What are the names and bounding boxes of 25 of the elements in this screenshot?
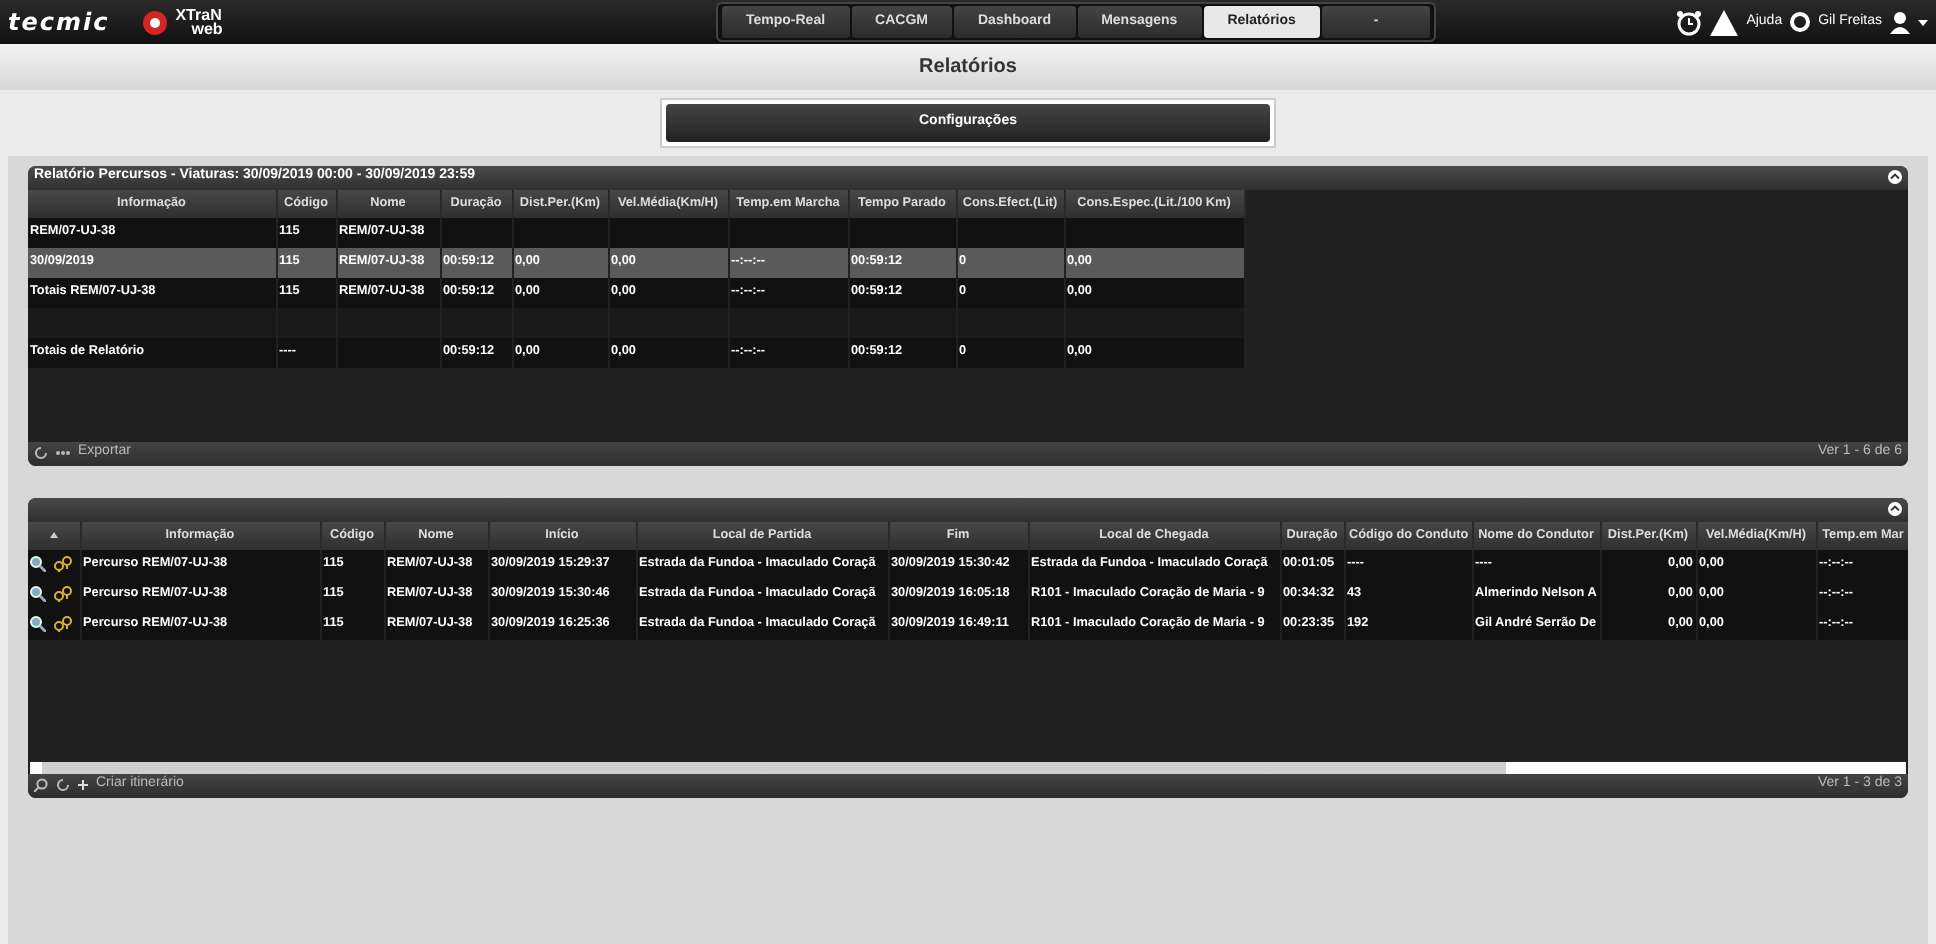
sort-icon[interactable] bbox=[49, 531, 58, 537]
product-suffix: web bbox=[191, 22, 223, 36]
location-pins-icon[interactable] bbox=[54, 586, 72, 602]
dots-icon bbox=[56, 450, 70, 456]
company-logo: tecmic bbox=[8, 6, 110, 40]
search-icon[interactable] bbox=[34, 778, 48, 792]
horizontal-scrollbar[interactable] bbox=[30, 761, 1906, 773]
product-logo-icon bbox=[141, 9, 168, 35]
search-icon[interactable] bbox=[30, 616, 46, 632]
location-pins-icon[interactable] bbox=[54, 616, 72, 632]
user-icon[interactable] bbox=[1890, 11, 1910, 33]
refresh-icon[interactable] bbox=[34, 446, 48, 460]
page-title: Relatórios bbox=[919, 54, 1017, 82]
collapse-icon[interactable] bbox=[1888, 502, 1902, 516]
warning-icon[interactable] bbox=[1710, 9, 1739, 35]
search-icon[interactable] bbox=[30, 556, 46, 572]
caret-icon[interactable] bbox=[1918, 19, 1928, 25]
search-icon[interactable] bbox=[30, 586, 46, 602]
location-pins-icon[interactable] bbox=[54, 556, 72, 572]
plus-icon[interactable] bbox=[78, 780, 88, 790]
lifebuoy-icon[interactable] bbox=[1790, 12, 1811, 32]
refresh-icon[interactable] bbox=[56, 778, 70, 792]
product-name: XTraN bbox=[175, 8, 223, 22]
alarm-clock-icon[interactable] bbox=[1676, 9, 1703, 35]
collapse-icon[interactable] bbox=[1888, 170, 1902, 184]
